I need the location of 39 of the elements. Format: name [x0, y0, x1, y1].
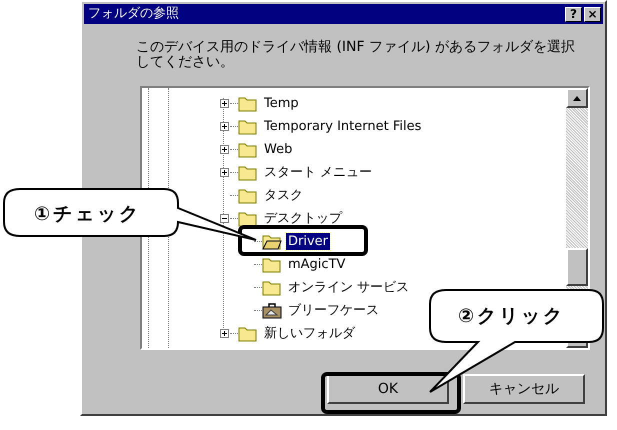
folder-icon — [238, 210, 258, 227]
instruction-text: このデバイス用のドライバ情報 (INF ファイル) があるフォルダを選択してください。 — [136, 40, 576, 70]
tree-item[interactable]: Driver — [286, 233, 330, 250]
scroll-thumb[interactable] — [566, 248, 588, 286]
cancel-button[interactable]: キャンセル — [463, 374, 585, 404]
tree-item[interactable]: デスクトップ — [262, 210, 344, 227]
window-title: フォルダの参照 — [88, 5, 180, 24]
folder-icon — [238, 118, 258, 135]
folder-icon — [262, 256, 282, 273]
ok-button[interactable]: OK — [327, 374, 449, 404]
expand-icon[interactable] — [220, 168, 228, 177]
expand-icon[interactable] — [220, 329, 228, 338]
tree-item[interactable]: Web — [262, 141, 294, 158]
expand-icon[interactable] — [220, 145, 228, 154]
scroll-up-button[interactable] — [566, 88, 588, 108]
tree-item[interactable]: スタート メニュー — [262, 164, 374, 181]
tree-item[interactable]: Temp — [262, 95, 301, 112]
callout-text: ②クリック — [458, 304, 566, 329]
folder-icon — [238, 164, 258, 181]
collapse-icon[interactable] — [220, 214, 228, 223]
folder-icon — [238, 95, 258, 112]
open-folder-icon — [262, 233, 282, 250]
briefcase-icon — [262, 302, 282, 319]
callout-text: ①チェック — [34, 202, 142, 227]
folder-icon — [262, 279, 282, 296]
tree-item[interactable]: オンライン サービス — [286, 279, 412, 296]
up-arrow-icon — [573, 96, 581, 100]
tree-item[interactable]: タスク — [262, 187, 305, 204]
expand-icon[interactable] — [220, 99, 228, 108]
tree-item[interactable]: Temporary Internet Files — [262, 118, 424, 135]
folder-icon — [238, 325, 258, 342]
close-button[interactable]: × — [584, 6, 601, 22]
tree-item[interactable]: mAgicTV — [286, 256, 348, 273]
tree-item[interactable]: ブリーフケース — [286, 302, 381, 319]
folder-icon — [238, 141, 258, 158]
expand-icon[interactable] — [220, 122, 228, 131]
folder-icon — [238, 187, 258, 204]
tree-item[interactable]: 新しいフォルダ — [262, 325, 357, 342]
help-button[interactable]: ? — [565, 6, 582, 22]
